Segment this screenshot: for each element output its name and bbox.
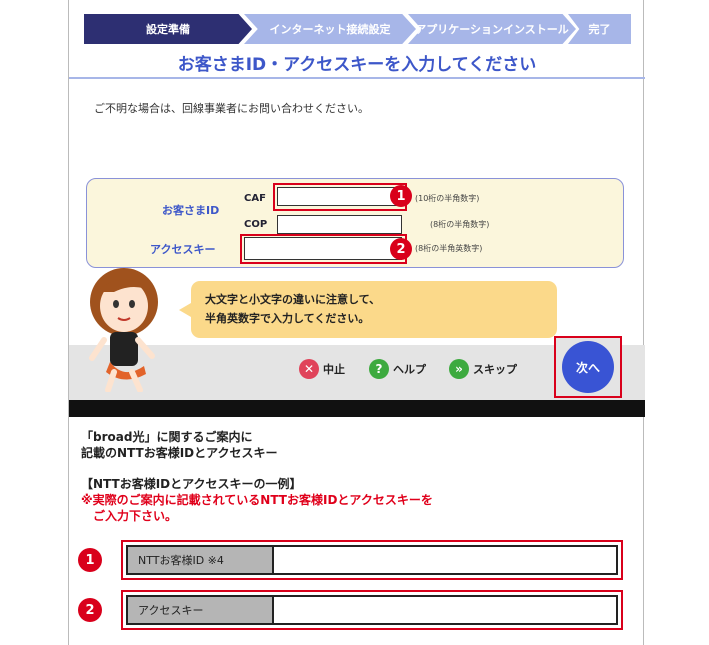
page-title: お客さまID・アクセスキーを入力してください	[177, 55, 537, 75]
accesskey-input[interactable]	[244, 237, 402, 260]
example-row-label: NTTお客様ID ※4	[128, 547, 274, 573]
callout-badge-1: 1	[390, 185, 412, 207]
step-internet-setup: インターネット接続設定	[244, 14, 416, 44]
cop-hint: (8桁の半角数字)	[430, 220, 490, 229]
section-divider	[69, 400, 645, 417]
info-heading: 「broad光」に関するご案内に 記載のNTTお客様IDとアクセスキー	[81, 429, 278, 461]
stop-label: 中止	[323, 363, 345, 376]
help-button[interactable]: ? ヘルプ	[369, 359, 426, 379]
example-badge-2: 2	[78, 598, 102, 622]
example-row-customer-id: NTTお客様ID ※4	[121, 540, 623, 580]
warning-note: ※実際のご案内に記載されているNTTお客様IDとアクセスキーを ご入力下さい。	[81, 492, 433, 524]
example-row-accesskey: アクセスキー	[121, 590, 623, 630]
skip-button[interactable]: » スキップ	[449, 359, 517, 379]
step-complete: 完了	[568, 14, 631, 44]
example-row-label: アクセスキー	[128, 597, 274, 623]
accesskey-hint: (8桁の半角英数字)	[415, 244, 483, 253]
close-icon: ✕	[299, 359, 319, 379]
cop-input[interactable]	[277, 215, 402, 234]
bubble-line-2: 半角英数字で入力してください。	[205, 312, 370, 325]
warning-line-2: ご入力下さい。	[93, 509, 178, 523]
help-note: ご不明な場合は、回線事業者にお問い合わせください。	[94, 102, 369, 115]
caf-label: CAF	[244, 193, 266, 204]
title-divider	[69, 77, 645, 79]
step-progress: 設定準備 インターネット接続設定 アプリケーションインストール 完了	[84, 14, 631, 44]
hint-bubble: 大文字と小文字の違いに注意して、 半角英数字で入力してください。	[179, 281, 557, 338]
installer-window: 設定準備 インターネット接続設定 アプリケーションインストール 完了 お客さまI…	[68, 0, 645, 645]
mascot-illustration	[89, 268, 158, 392]
accesskey-label: アクセスキー	[150, 243, 216, 256]
example-badge-1: 1	[78, 548, 102, 572]
step-app-install: アプリケーションインストール	[408, 14, 576, 44]
skip-label: スキップ	[473, 363, 517, 376]
info-line-1: 「broad光」に関するご案内に	[81, 430, 253, 444]
step-preparation: 設定準備	[84, 14, 252, 44]
caf-input[interactable]	[277, 187, 402, 206]
credentials-panel: お客さまID アクセスキー CAF COP (10桁の半角数字) (8桁の半角数…	[86, 178, 624, 268]
customer-id-label: お客さまID	[162, 204, 220, 217]
callout-badge-2: 2	[390, 238, 412, 260]
example-heading: 【NTTお客様IDとアクセスキーの一例】	[81, 477, 302, 491]
help-label: ヘルプ	[393, 363, 426, 376]
info-line-2: 記載のNTTお客様IDとアクセスキー	[81, 446, 278, 460]
next-button[interactable]: 次へ	[562, 341, 614, 393]
bubble-line-1: 大文字と小文字の違いに注意して、	[205, 293, 381, 306]
question-icon: ?	[369, 359, 389, 379]
caf-hint: (10桁の半角数字)	[415, 194, 480, 203]
cop-label: COP	[244, 219, 268, 230]
fast-forward-icon: »	[449, 359, 469, 379]
stop-button[interactable]: ✕ 中止	[299, 359, 345, 379]
warning-line-1: ※実際のご案内に記載されているNTTお客様IDとアクセスキーを	[81, 493, 433, 507]
